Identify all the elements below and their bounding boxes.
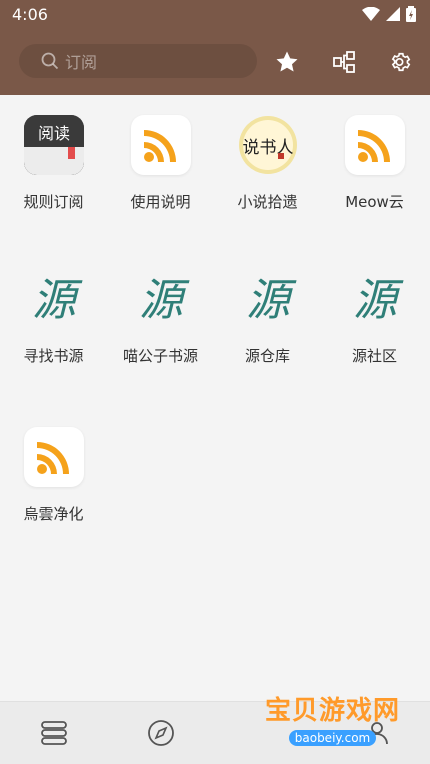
compass-icon [148,720,174,746]
grid-item-novel-gleanings[interactable]: 说书人 小说拾遗 [214,115,321,211]
grid-item-miao-sources[interactable]: 源 喵公子书源 [107,269,214,365]
yuan-calligraphy-icon: 源 [24,269,84,329]
star-icon [276,51,298,72]
svg-text:源: 源 [32,275,83,326]
read-app-icon: 阅读 [23,115,84,175]
svg-text:说书人: 说书人 [242,138,293,158]
yuan-calligraphy-icon: 源 [238,269,298,329]
top-toolbar: 订阅 [0,30,430,95]
yuan-calligraphy-icon: 源 [131,269,191,329]
grid-item-meow-cloud[interactable]: Meow云 [321,115,428,211]
grid-item-label: 源仓库 [244,347,290,365]
status-time: 4:06 [12,5,48,24]
grid-item-label: 小说拾遗 [237,193,298,211]
grid-item-label: 源社区 [351,347,397,365]
nav-bookshelf[interactable] [34,718,74,748]
status-icons [362,6,416,22]
watermark-url: baobeiy.com [288,730,377,746]
rss-icon [344,115,405,175]
grid-item-usage-guide[interactable]: 使用说明 [107,115,214,211]
yuan-calligraphy-icon: 源 [345,269,405,329]
status-bar: 4:06 [0,0,430,30]
grid-item-label: 使用说明 [130,193,191,211]
tree-structure-icon [333,51,355,73]
battery-icon [406,6,416,22]
shuoshu-logo-icon: 说书人 [238,115,298,175]
svg-text:源: 源 [353,275,404,326]
bottom-navigation: 宝贝游戏网 baobeiy.com [0,696,430,764]
svg-text:源: 源 [139,275,190,326]
svg-text:阅读: 阅读 [37,124,69,143]
grid-item-find-sources[interactable]: 源 寻找书源 [0,269,107,365]
grid-item-label: 烏雲净化 [23,505,84,523]
search-input[interactable]: 订阅 [65,49,97,73]
grid-item-source-community[interactable]: 源 源社区 [321,269,428,365]
signal-icon [386,7,400,21]
gear-icon [391,52,411,72]
watermark-title: 宝贝游戏网 [264,696,400,726]
grid-item-label: 规则订阅 [23,193,84,211]
bookshelf-icon [41,721,67,745]
grid-item-rule-subscription[interactable]: 阅读 规则订阅 [0,115,107,211]
watermark: 宝贝游戏网 baobeiy.com [265,690,400,746]
group-button[interactable] [329,47,359,77]
settings-button[interactable] [386,47,416,77]
wifi-icon [362,7,380,21]
nav-explore[interactable] [141,718,181,748]
star-button[interactable] [272,47,302,77]
grid-item-label: 寻找书源 [23,347,84,365]
rss-icon [23,427,84,487]
search-bar[interactable]: 订阅 [19,44,257,78]
grid-item-source-warehouse[interactable]: 源 源仓库 [214,269,321,365]
rss-icon [130,115,191,175]
grid-item-wuyun-purify[interactable]: 烏雲净化 [0,427,107,523]
search-icon [41,52,59,70]
grid-item-label: Meow云 [345,193,404,211]
svg-text:源: 源 [246,275,297,326]
grid-item-label: 喵公子书源 [122,347,198,365]
